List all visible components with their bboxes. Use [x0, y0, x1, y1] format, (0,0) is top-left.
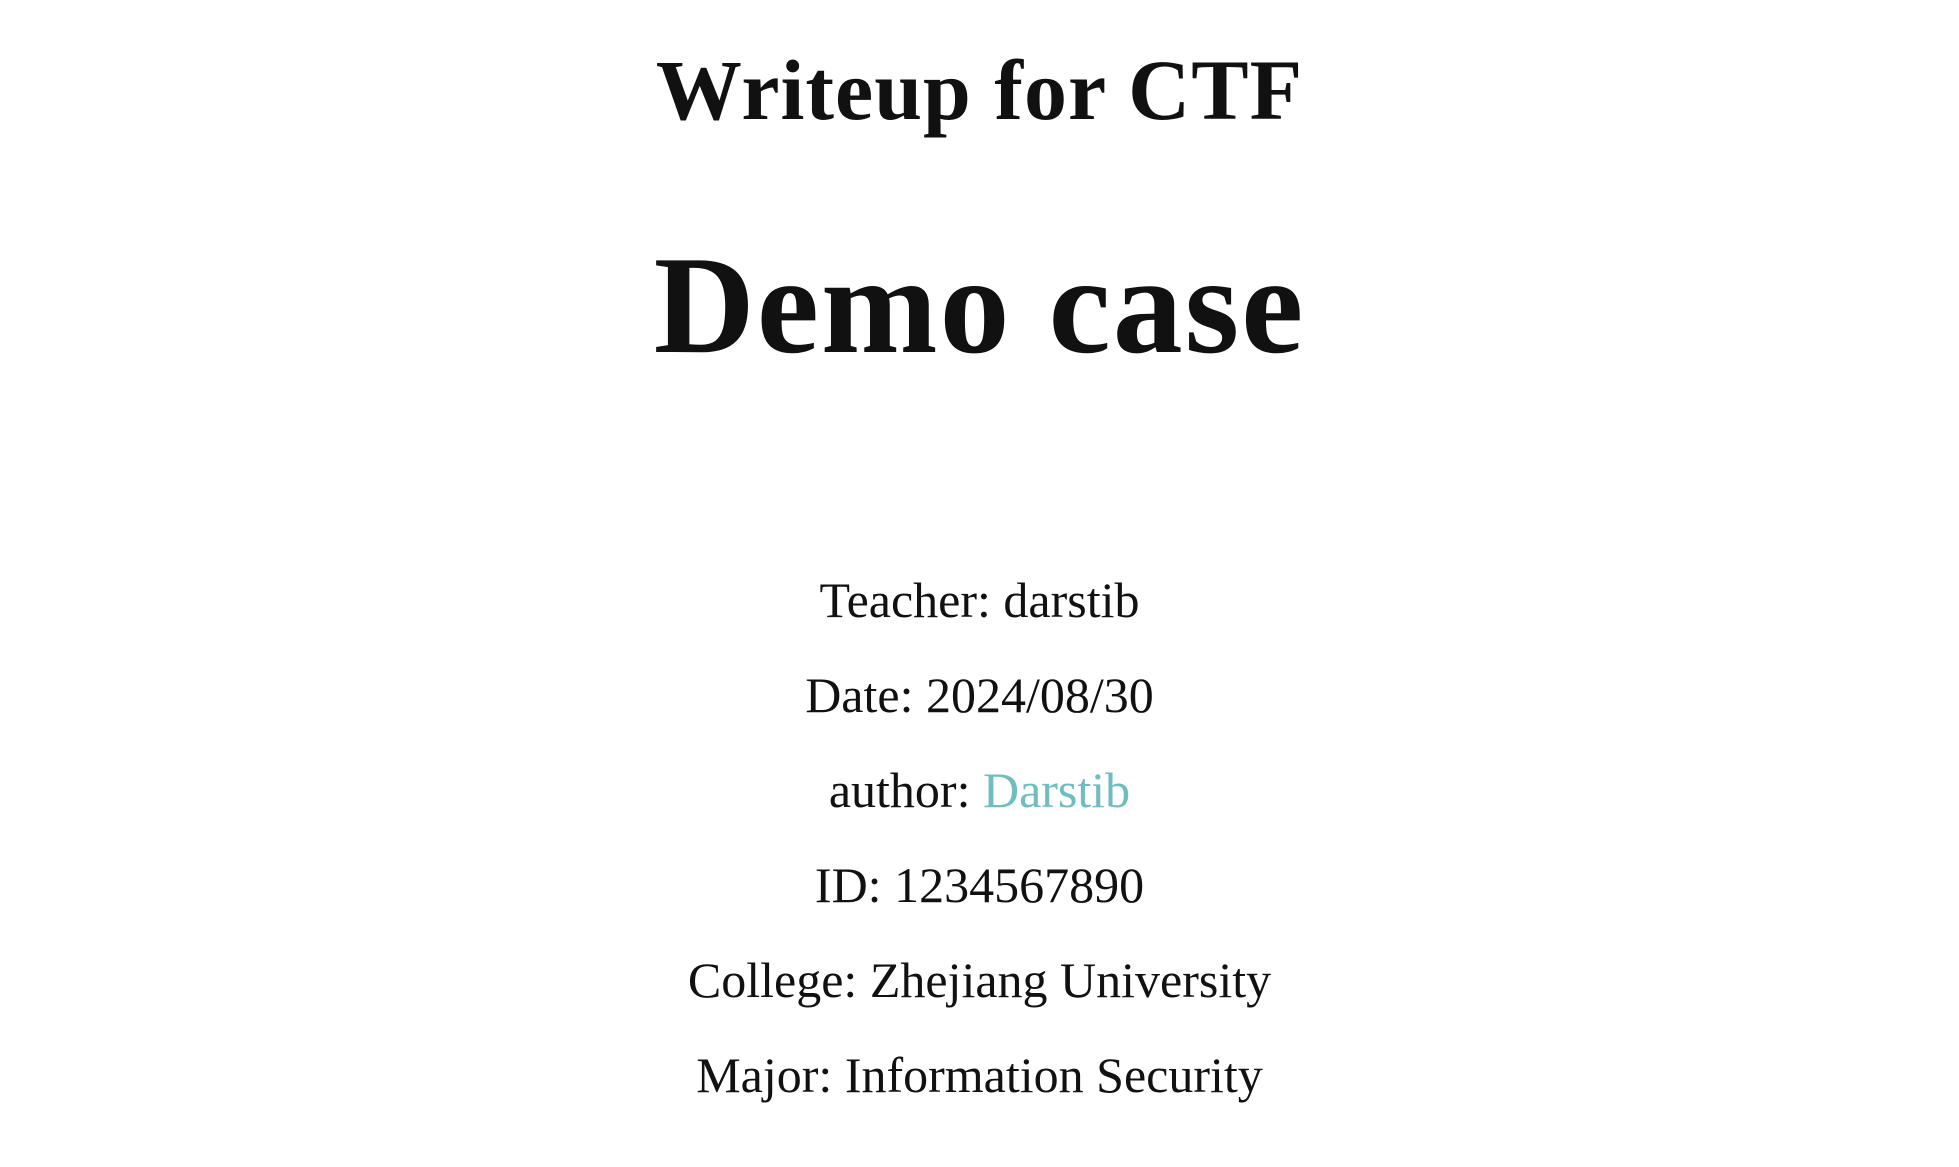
major-value: Information Security — [844, 1047, 1263, 1103]
date-label: Date: — [805, 667, 926, 723]
id-value: 1234567890 — [894, 857, 1145, 913]
teacher-value: darstib — [1003, 572, 1140, 628]
date-line: Date: 2024/08/30 — [0, 665, 1959, 725]
major-label: Major: — [696, 1047, 845, 1103]
author-link[interactable]: Darstib — [983, 762, 1130, 818]
id-label: ID: — [814, 857, 895, 913]
teacher-label: Teacher: — [819, 572, 1004, 628]
id-line: ID: 1234567890 — [0, 855, 1959, 915]
college-line: College: Zhejiang University — [0, 950, 1959, 1010]
college-value: Zhejiang University — [869, 952, 1272, 1008]
author-label: author: — [828, 762, 983, 818]
document-subtitle: Writeup for CTF — [655, 42, 1304, 138]
major-line: Major: Information Security — [0, 1045, 1959, 1105]
teacher-line: Teacher: darstib — [0, 570, 1959, 630]
author-line: author: Darstib — [0, 760, 1959, 820]
date-value: 2024/08/30 — [925, 667, 1154, 723]
title-page: Writeup for CTF Demo case Teacher: darst… — [0, 0, 1959, 1167]
college-label: College: — [687, 952, 870, 1008]
document-title: Demo case — [653, 228, 1306, 383]
